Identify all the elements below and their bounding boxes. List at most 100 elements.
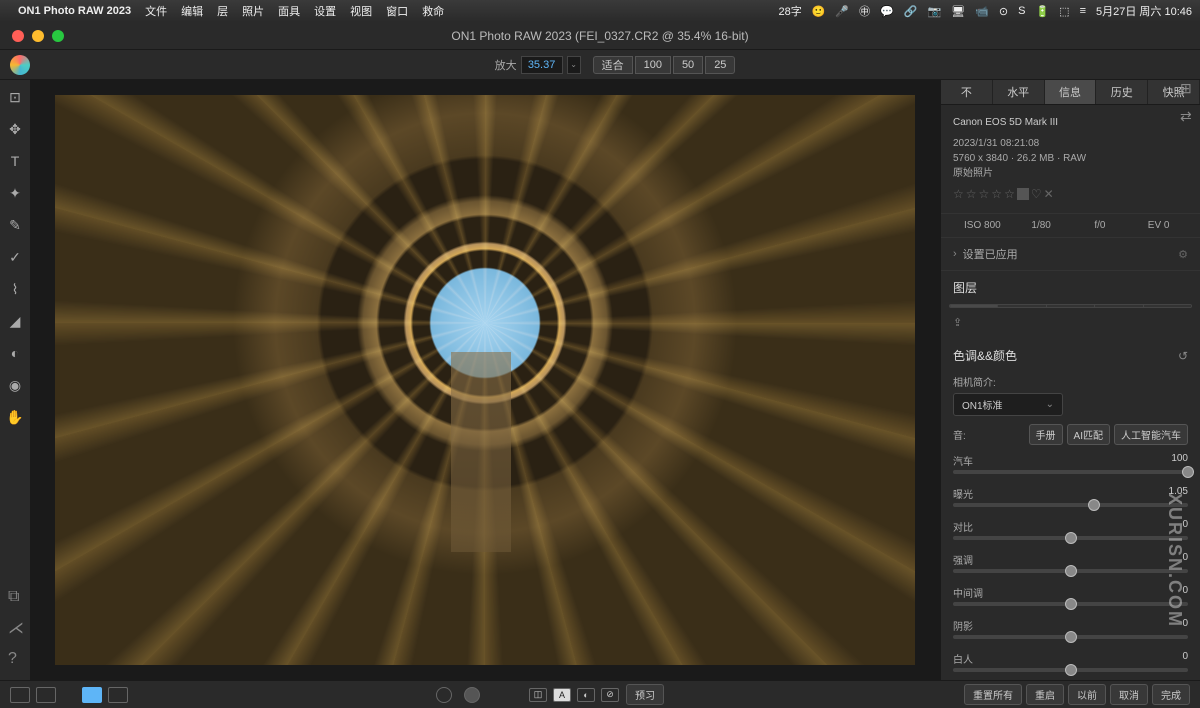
photo-preview[interactable]	[55, 95, 915, 665]
preview-button[interactable]: 预习	[626, 684, 664, 705]
gradient-tool-icon[interactable]: ◢	[6, 312, 24, 330]
zoom-input[interactable]	[521, 56, 563, 74]
brush-tool-icon[interactable]: ✎	[6, 216, 24, 234]
statusbar-item[interactable]: 🎤	[835, 5, 849, 18]
reset-icon[interactable]: ↺	[1178, 349, 1188, 363]
menu-编辑[interactable]: 编辑	[181, 3, 203, 19]
menu-面具[interactable]: 面具	[278, 3, 300, 19]
layers-icon[interactable]: ⧉	[8, 588, 24, 606]
histogram-icon[interactable]: ⋌	[8, 618, 24, 638]
statusbar-item[interactable]: 📹	[975, 5, 989, 18]
menu-文件[interactable]: 文件	[145, 3, 167, 19]
compare-icon[interactable]: ◫	[529, 688, 547, 702]
canvas-area[interactable]	[30, 80, 940, 680]
adjust-tool-icon[interactable]: ◐	[6, 344, 24, 362]
action-重启[interactable]: 重启	[1026, 684, 1064, 705]
action-取消[interactable]: 取消	[1110, 684, 1148, 705]
star-icon[interactable]: ☆	[953, 185, 964, 203]
statusbar-item[interactable]: 📷	[928, 5, 942, 18]
view-mode-2[interactable]	[36, 687, 56, 703]
menu-设置[interactable]: 设置	[314, 3, 336, 19]
reject-icon[interactable]: ✕	[1044, 185, 1054, 203]
softproof-icon[interactable]: ◐	[577, 688, 595, 702]
view-mode-1[interactable]	[10, 687, 30, 703]
slider-track[interactable]	[953, 635, 1188, 639]
tone-btn-AI匹配[interactable]: AI匹配	[1067, 424, 1110, 445]
zoom-dropdown[interactable]: ⌄	[567, 56, 581, 74]
panel-toggle-icon[interactable]: ⊞	[1180, 80, 1198, 98]
menu-救命[interactable]: 救命	[422, 3, 444, 19]
gear-icon[interactable]: ⚙	[1178, 248, 1188, 261]
statusbar-item[interactable]: 28字	[778, 3, 801, 19]
statusbar-item[interactable]: ⬚	[1059, 5, 1069, 18]
close-button[interactable]	[12, 30, 24, 42]
crop-tool-icon[interactable]: ⊡	[6, 88, 24, 106]
heart-icon[interactable]: ♡	[1031, 185, 1042, 203]
zoom-preset-100[interactable]: 100	[635, 56, 671, 74]
statusbar-item[interactable]: 🙂	[812, 5, 826, 18]
slider-track[interactable]	[953, 503, 1188, 507]
statusbar-item[interactable]: ⊙	[999, 5, 1008, 18]
menu-照片[interactable]: 照片	[242, 3, 264, 19]
slider-thumb[interactable]	[1065, 565, 1077, 577]
action-完成[interactable]: 完成	[1152, 684, 1190, 705]
action-重置所有[interactable]: 重置所有	[964, 684, 1022, 705]
slider-thumb[interactable]	[1065, 664, 1077, 676]
star-icon[interactable]: ☆	[991, 185, 1002, 203]
toggle-1[interactable]	[436, 687, 452, 703]
menu-层[interactable]: 层	[217, 3, 228, 19]
zoom-preset-25[interactable]: 25	[705, 56, 735, 74]
app-name[interactable]: ON1 Photo RAW 2023	[18, 5, 131, 17]
slider-track[interactable]	[953, 470, 1188, 474]
slider-thumb[interactable]	[1088, 499, 1100, 511]
move-tool-icon[interactable]: ✥	[6, 120, 24, 138]
slider-track[interactable]	[953, 668, 1188, 672]
menu-窗口[interactable]: 窗口	[386, 3, 408, 19]
statusbar-item[interactable]: 🔗	[904, 5, 918, 18]
tab-水平[interactable]: 水平	[993, 80, 1045, 104]
zoom-preset-适合[interactable]: 适合	[593, 56, 633, 74]
tone-btn-手册[interactable]: 手册	[1029, 424, 1063, 445]
statusbar-item[interactable]: 5月27日 周六 10:46	[1096, 3, 1192, 19]
slider-thumb[interactable]	[1182, 466, 1194, 478]
statusbar-item[interactable]: 🖥	[951, 5, 965, 18]
tab-历史[interactable]: 历史	[1096, 80, 1148, 104]
action-以前[interactable]: 以前	[1068, 684, 1106, 705]
camera-profile-dropdown[interactable]: ON1标准	[953, 393, 1063, 416]
tab-不[interactable]: 不	[941, 80, 993, 104]
mask-a-icon[interactable]: A	[553, 688, 571, 702]
view-mode-3[interactable]	[82, 687, 102, 703]
statusbar-item[interactable]: 💬	[880, 5, 894, 18]
star-icon[interactable]: ☆	[979, 185, 990, 203]
slider-track[interactable]	[953, 536, 1188, 540]
slider-track[interactable]	[953, 602, 1188, 606]
star-icon[interactable]: ☆	[966, 185, 977, 203]
help-icon[interactable]: ?	[8, 650, 24, 668]
statusbar-item[interactable]: ㊥	[859, 3, 870, 19]
export-icon[interactable]: ⇪	[941, 308, 1200, 337]
rating-stars[interactable]: ☆☆☆☆☆ ♡ ✕	[953, 185, 1188, 203]
slider-thumb[interactable]	[1065, 532, 1077, 544]
statusbar-item[interactable]: 🔋	[1035, 5, 1049, 18]
fingerprint-icon[interactable]: ◉	[6, 376, 24, 394]
settings-icon[interactable]: ⇄	[1180, 108, 1198, 126]
on1-logo-icon[interactable]	[10, 55, 30, 75]
toggle-2[interactable]	[464, 687, 480, 703]
zoom-preset-50[interactable]: 50	[673, 56, 703, 74]
minimize-button[interactable]	[32, 30, 44, 42]
slider-track[interactable]	[953, 569, 1188, 573]
text-tool-icon[interactable]: T	[6, 152, 24, 170]
statusbar-item[interactable]: ≡	[1080, 5, 1086, 17]
preview-toggle-icon[interactable]: ⊘	[601, 688, 619, 702]
heal-tool-icon[interactable]: ✓	[6, 248, 24, 266]
hand-tool-icon[interactable]: ✋	[6, 408, 24, 426]
slider-thumb[interactable]	[1065, 598, 1077, 610]
menu-视图[interactable]: 视图	[350, 3, 372, 19]
magic-wand-icon[interactable]: ✦	[6, 184, 24, 202]
star-icon[interactable]: ☆	[1004, 185, 1015, 203]
settings-applied-row[interactable]: 设置已应用 ⚙	[941, 238, 1200, 271]
maximize-button[interactable]	[52, 30, 64, 42]
view-mode-4[interactable]	[108, 687, 128, 703]
tab-信息[interactable]: 信息	[1045, 80, 1097, 104]
clone-tool-icon[interactable]: ⌇	[6, 280, 24, 298]
